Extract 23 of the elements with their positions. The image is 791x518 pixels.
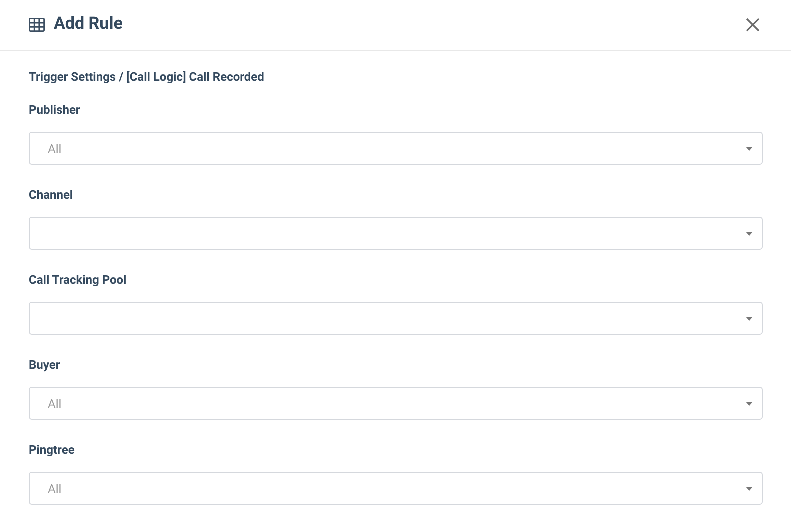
- select-field[interactable]: All: [29, 387, 763, 420]
- select-field[interactable]: All: [29, 132, 763, 165]
- field-label: Pingtree: [29, 442, 76, 458]
- close-button[interactable]: [745, 17, 761, 33]
- dialog-title: Add Rule: [54, 13, 123, 36]
- select-field[interactable]: All: [29, 472, 763, 505]
- select-value: All: [48, 140, 62, 158]
- caret-icon: [746, 316, 753, 320]
- caret-icon: [746, 232, 753, 236]
- field-label: Buyer: [29, 357, 62, 373]
- breadcrumb: Trigger Settings / [Call Logic] Call Recorded: [29, 69, 266, 85]
- caret-icon: [746, 146, 753, 150]
- select-field[interactable]: [29, 302, 763, 335]
- close-icon: [746, 18, 760, 32]
- select-value: All: [48, 396, 62, 412]
- field-label: Channel: [29, 187, 74, 203]
- field-label: Call Tracking Pool: [29, 272, 128, 288]
- select-field[interactable]: [29, 217, 763, 250]
- table-icon: [29, 18, 45, 32]
- caret-icon: [746, 486, 753, 490]
- select-value: All: [48, 480, 62, 498]
- field-label: Publisher: [29, 102, 82, 118]
- caret-icon: [746, 402, 753, 406]
